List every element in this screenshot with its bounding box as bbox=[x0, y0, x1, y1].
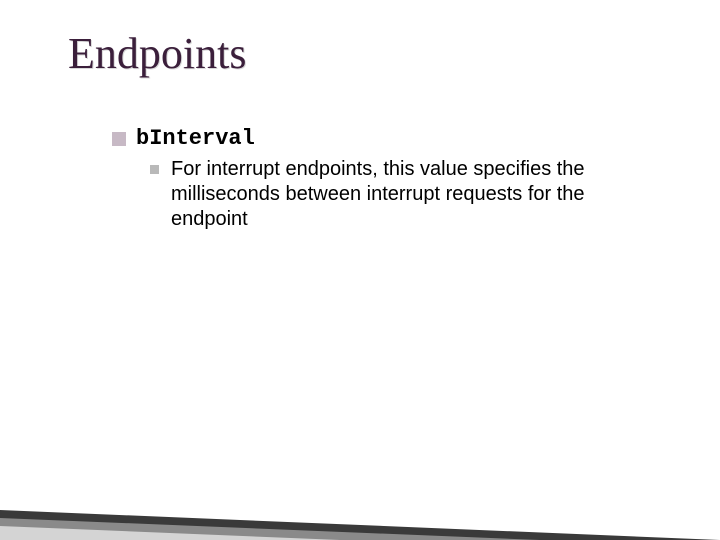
sub-bullet-item: For interrupt endpoints, this value spec… bbox=[150, 157, 660, 232]
decor-wedge-light bbox=[0, 526, 340, 540]
square-bullet-icon bbox=[112, 132, 126, 146]
slide-body: bInterval For interrupt endpoints, this … bbox=[112, 126, 660, 232]
bullet-item: bInterval bbox=[112, 126, 660, 151]
sub-bullet-text: For interrupt endpoints, this value spec… bbox=[171, 157, 641, 232]
bullet-label: bInterval bbox=[136, 126, 255, 151]
slide-title: Endpoints bbox=[68, 28, 246, 79]
slide: Endpoints bInterval For interrupt endpoi… bbox=[0, 0, 720, 540]
square-bullet-icon bbox=[150, 165, 159, 174]
